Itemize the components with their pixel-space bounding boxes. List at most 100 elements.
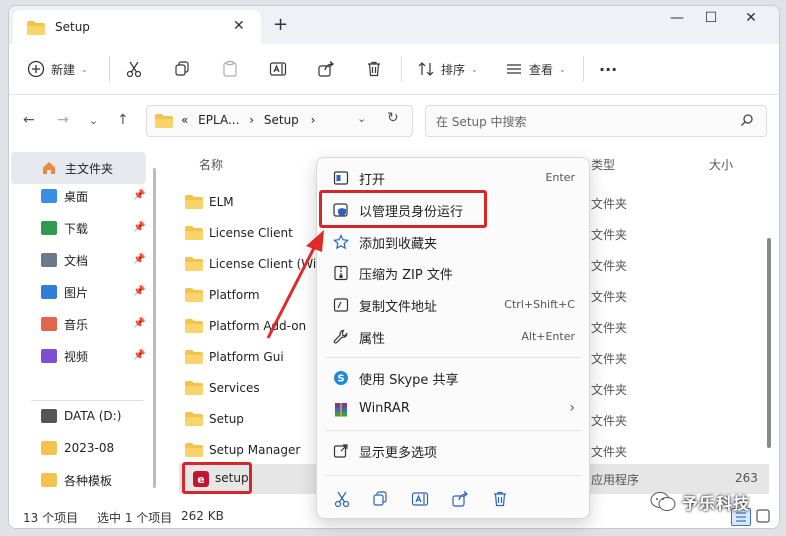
- document-icon: [41, 253, 57, 267]
- sidebar-item[interactable]: DATA (D:): [41, 404, 121, 428]
- sidebar-item[interactable]: 音乐: [41, 312, 88, 336]
- menu-item-copy-path[interactable]: 复制文件地址 Ctrl+Shift+C: [325, 290, 581, 320]
- desktop-icon: [41, 189, 57, 203]
- table-row[interactable]: Setup Manager: [185, 436, 300, 464]
- breadcrumb-overflow[interactable]: «: [181, 113, 188, 127]
- search-icon: [741, 114, 753, 126]
- file-list-scrollbar[interactable]: [767, 238, 771, 448]
- file-type: 文件夹: [591, 445, 628, 459]
- breadcrumb-separator-icon: ›: [249, 113, 255, 127]
- minimize-icon[interactable]: —: [659, 10, 695, 26]
- table-row[interactable]: Platform: [185, 281, 260, 309]
- rename-button[interactable]: [269, 57, 287, 81]
- column-header-name[interactable]: 名称: [199, 156, 223, 173]
- wrench-icon: [333, 329, 349, 345]
- menu-item-winrar[interactable]: WinRAR ›: [325, 395, 581, 425]
- menu-item-compress-zip[interactable]: 压缩为 ZIP 文件: [325, 258, 581, 288]
- column-header-type[interactable]: 类型: [591, 156, 615, 173]
- copy-button[interactable]: [173, 57, 191, 81]
- new-button[interactable]: 新建 ⌄: [27, 57, 88, 81]
- cut-icon[interactable]: [333, 490, 351, 508]
- star-icon: [333, 234, 349, 250]
- address-dropdown-icon[interactable]: ⌄: [357, 112, 366, 125]
- tab-setup[interactable]: Setup ✕: [13, 10, 261, 44]
- menu-item-skype-share[interactable]: S 使用 Skype 共享: [325, 363, 581, 393]
- folder-icon: [185, 288, 203, 302]
- menu-item-label: 添加到收藏夹: [359, 237, 438, 252]
- sidebar-item[interactable]: 下载: [41, 216, 88, 240]
- svg-text:S: S: [337, 374, 344, 385]
- address-bar[interactable]: « EPLA... › Setup › ⌄ ↻: [146, 105, 413, 137]
- share-button[interactable]: [317, 57, 335, 81]
- more-button[interactable]: ···: [599, 57, 617, 81]
- pin-icon[interactable]: 📌: [133, 222, 145, 233]
- file-type: 文件夹: [591, 414, 628, 428]
- breadcrumb: « EPLA... › Setup ›: [181, 113, 315, 127]
- sort-button[interactable]: 排序 ⌄: [417, 57, 478, 81]
- music-icon: [41, 317, 57, 331]
- status-count: 13 个项目: [23, 511, 79, 525]
- highlight-run-as-admin: [319, 190, 487, 228]
- folder-icon: [155, 114, 173, 128]
- paste-icon: [223, 60, 237, 77]
- pin-icon[interactable]: 📌: [133, 350, 145, 361]
- folder-icon: [185, 443, 203, 457]
- sidebar-item[interactable]: 桌面: [41, 184, 88, 208]
- close-tab-icon[interactable]: ✕: [233, 18, 245, 34]
- file-name: Services: [209, 381, 260, 395]
- copy-icon[interactable]: [371, 490, 389, 508]
- back-icon[interactable]: ←: [23, 112, 35, 128]
- more-label: ···: [599, 59, 618, 79]
- rename-icon: [269, 62, 287, 76]
- breadcrumb-parent[interactable]: EPLA...: [198, 113, 239, 127]
- menu-item-open[interactable]: 打开 Enter: [325, 163, 581, 193]
- rename-icon[interactable]: [411, 490, 429, 508]
- sidebar-item[interactable]: 图片: [41, 280, 88, 304]
- up-icon[interactable]: ↑: [117, 112, 129, 128]
- table-row[interactable]: ELM: [185, 188, 234, 216]
- status-size: 262 KB: [181, 509, 224, 523]
- delete-button[interactable]: [365, 57, 383, 81]
- pin-icon[interactable]: 📌: [133, 286, 145, 297]
- sidebar-item-label: 2023-08: [64, 441, 115, 455]
- menu-item-show-more-options[interactable]: 显示更多选项: [325, 436, 581, 466]
- close-window-icon[interactable]: ✕: [733, 10, 769, 26]
- sidebar-scrollbar[interactable]: [153, 168, 156, 488]
- breadcrumb-current[interactable]: Setup: [264, 113, 299, 127]
- pin-icon[interactable]: 📌: [133, 254, 145, 265]
- pin-icon[interactable]: 📌: [133, 190, 145, 201]
- sidebar-item[interactable]: 视频: [41, 344, 88, 368]
- menu-item-properties[interactable]: 属性 Alt+Enter: [325, 322, 581, 352]
- column-header-size[interactable]: 大小: [709, 156, 733, 173]
- file-type: 文件夹: [591, 228, 628, 242]
- refresh-icon[interactable]: ↻: [387, 110, 399, 126]
- wechat-logo-icon: [650, 492, 676, 511]
- view-lines-icon: [507, 64, 521, 74]
- folder-icon: [185, 412, 203, 426]
- forward-icon[interactable]: →: [57, 112, 69, 128]
- toolbar-divider: [583, 56, 584, 82]
- menu-item-add-favorites[interactable]: 添加到收藏夹: [325, 227, 581, 257]
- file-type: 文件夹: [591, 259, 628, 273]
- sidebar-item-label: 下载: [64, 221, 89, 236]
- pin-icon[interactable]: 📌: [133, 318, 145, 329]
- search-box[interactable]: 在 Setup 中搜索: [425, 105, 767, 137]
- sidebar-item[interactable]: 2023-08: [41, 436, 114, 460]
- sort-icon: [418, 62, 434, 76]
- cut-button[interactable]: [125, 57, 143, 81]
- folder-icon: [41, 441, 57, 455]
- trash-icon[interactable]: [491, 490, 509, 508]
- table-row[interactable]: Services: [185, 374, 260, 402]
- sidebar-item-home[interactable]: 主文件夹: [11, 152, 146, 184]
- paste-button[interactable]: [221, 57, 239, 81]
- new-tab-icon[interactable]: +: [273, 14, 288, 35]
- view-button[interactable]: 查看 ⌄: [505, 57, 566, 81]
- menu-item-shortcut: Enter: [545, 171, 575, 184]
- share-icon[interactable]: [451, 490, 469, 508]
- sidebar-item[interactable]: 各种模板: [41, 468, 112, 492]
- sidebar-item[interactable]: 文档: [41, 248, 88, 272]
- recent-chevron-icon[interactable]: ⌄: [89, 114, 98, 127]
- maximize-icon[interactable]: ☐: [693, 10, 729, 26]
- table-row[interactable]: Platform Gui: [185, 343, 284, 371]
- table-row[interactable]: Setup: [185, 405, 244, 433]
